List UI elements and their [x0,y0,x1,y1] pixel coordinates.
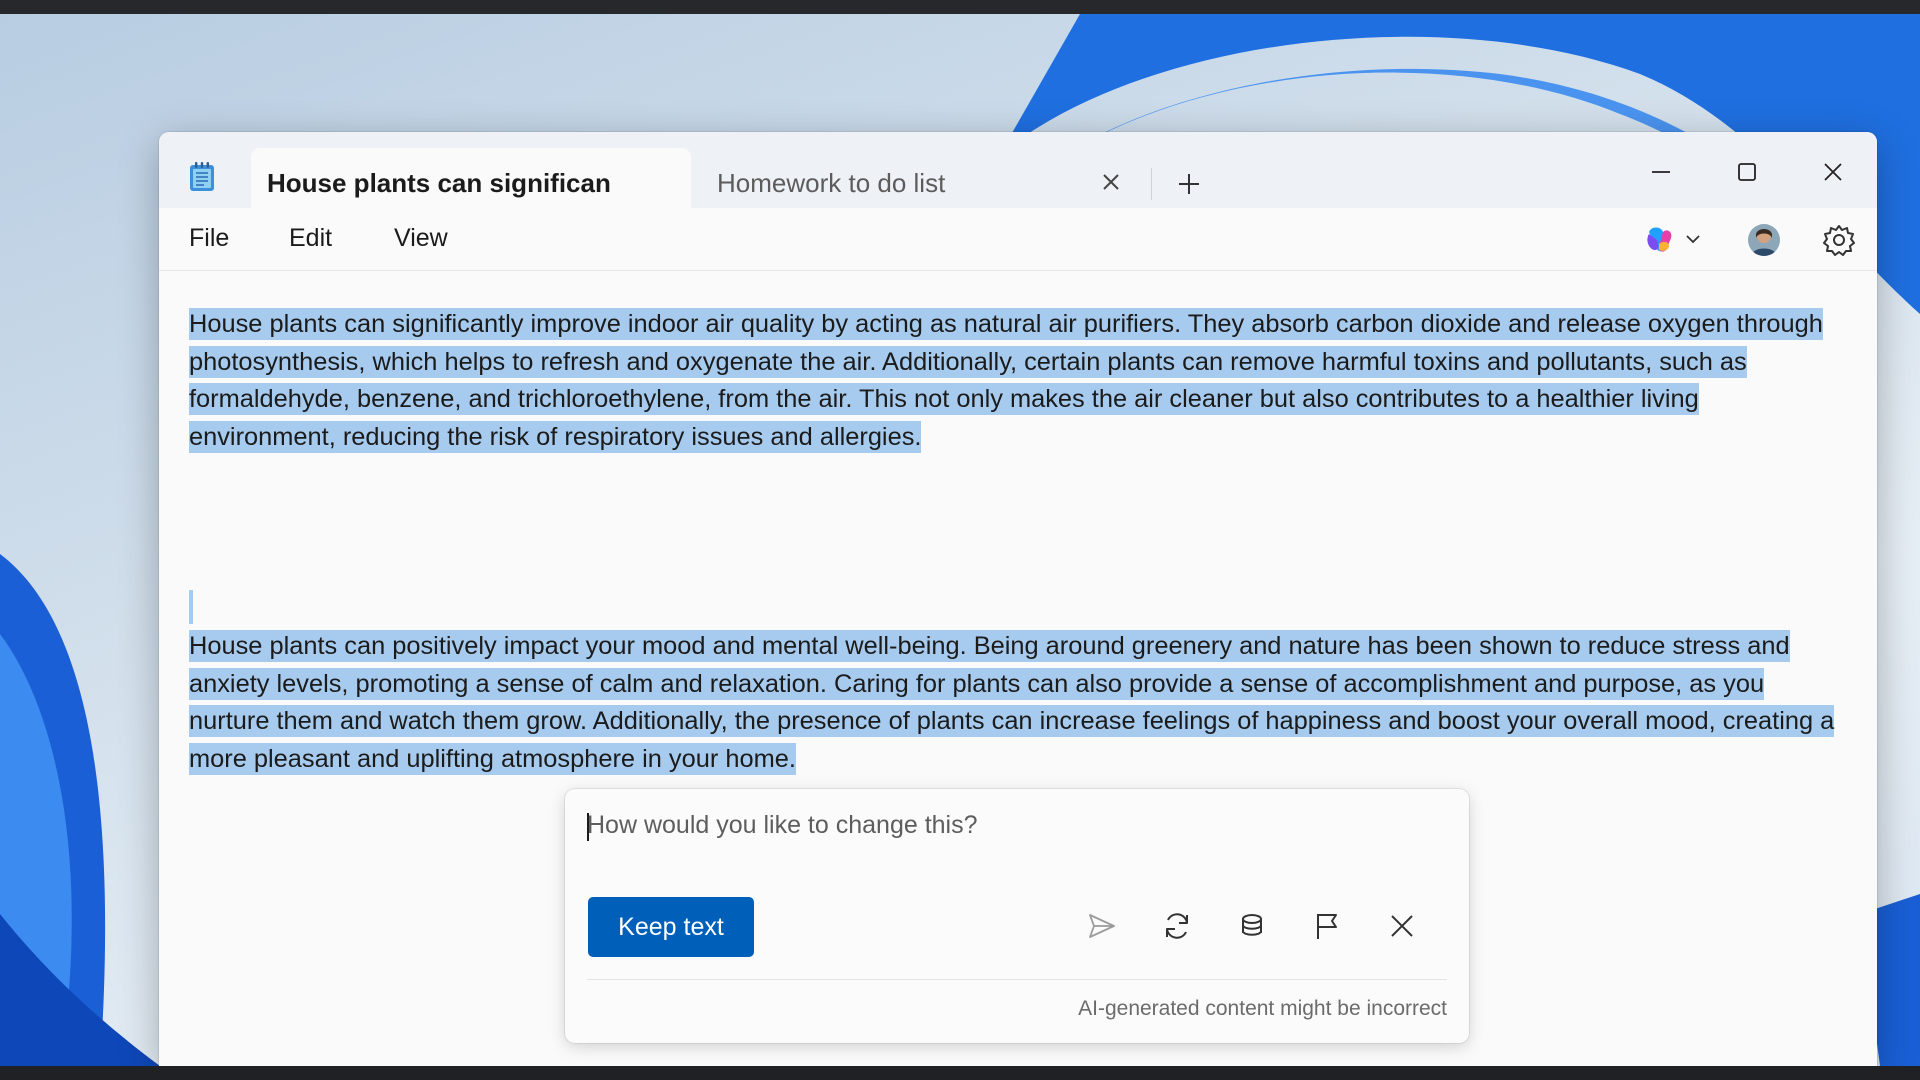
panel-divider [587,979,1447,980]
selected-text: House plants can positively impact your … [189,630,1835,775]
maximize-icon[interactable] [1727,152,1767,192]
tab-title: House plants can significan [267,168,611,198]
tab-separator [1151,168,1152,200]
notepad-icon [189,162,215,192]
text-editor[interactable]: House plants can significantly improve i… [159,271,1877,1066]
screen-top-border [0,0,1920,14]
copilot-button[interactable] [1641,222,1707,258]
menu-bar: File Edit View [159,208,1877,271]
rewrite-prompt-input[interactable] [587,805,1427,845]
selected-blank-line [189,590,193,624]
tab-active[interactable]: House plants can significan [251,148,691,210]
text-caret [587,813,589,841]
close-tab-icon[interactable] [1099,170,1123,194]
paragraph-2: House plants can positively impact your … [189,628,1849,778]
rewrite-panel: Keep text [565,789,1469,1043]
ai-disclaimer: AI-generated content might be incorrect [1078,997,1447,1020]
close-window-icon[interactable] [1813,152,1853,192]
menu-file[interactable]: File [189,224,229,253]
gear-icon[interactable] [1821,222,1857,258]
minimize-icon[interactable] [1641,152,1681,192]
title-bar[interactable]: House plants can significan Homework to … [159,132,1877,210]
screen-bottom-border [0,1066,1920,1080]
flag-icon[interactable] [1306,905,1348,947]
keep-text-button[interactable]: Keep text [588,897,754,957]
refresh-icon[interactable] [1156,905,1198,947]
send-icon[interactable] [1081,905,1123,947]
paragraph-1: House plants can significantly improve i… [189,306,1849,456]
tab-title: Homework to do list [717,168,946,198]
layers-icon[interactable] [1231,905,1273,947]
close-icon[interactable] [1381,905,1423,947]
selected-text: House plants can significantly improve i… [189,308,1823,453]
avatar[interactable] [1748,224,1780,256]
tab-homework[interactable]: Homework to do list [699,148,1299,204]
menu-view[interactable]: View [394,224,448,253]
new-tab-plus-icon[interactable] [1175,170,1203,198]
menu-edit[interactable]: Edit [289,224,332,253]
notepad-window: House plants can significan Homework to … [159,132,1877,1066]
copilot-icon [1647,227,1700,252]
